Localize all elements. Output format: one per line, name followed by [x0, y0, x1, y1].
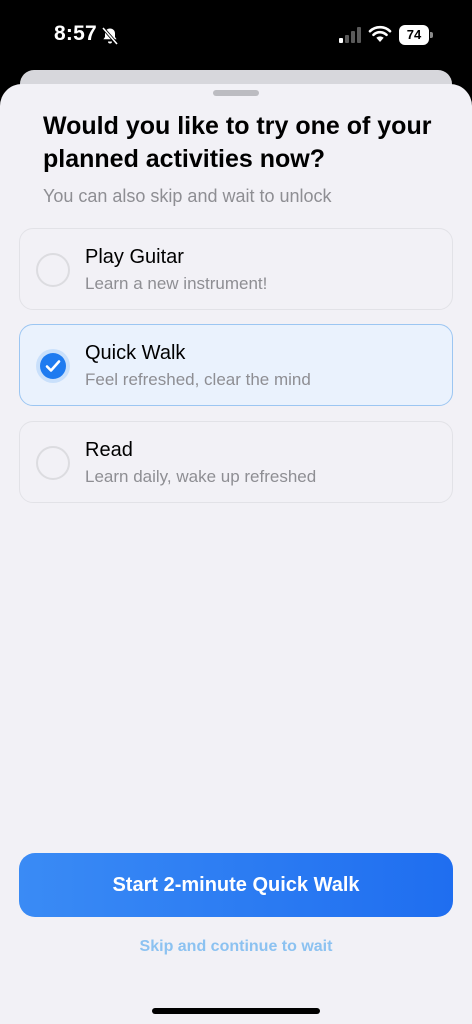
radio-unchecked-icon[interactable]: [36, 446, 70, 480]
option-quick-walk[interactable]: Quick Walk Feel refreshed, clear the min…: [19, 324, 453, 406]
cellular-signal-icon: [339, 27, 363, 43]
checkmark-icon: [40, 353, 66, 379]
option-title: Read: [85, 439, 133, 461]
radio-unchecked-icon[interactable]: [36, 253, 70, 287]
option-read[interactable]: Read Learn daily, wake up refreshed: [19, 421, 453, 503]
option-subtitle: Learn daily, wake up refreshed: [85, 467, 317, 486]
radio-checked-icon[interactable]: [36, 349, 70, 383]
option-play-guitar[interactable]: Play Guitar Learn a new instrument!: [19, 228, 453, 310]
skip-link[interactable]: Skip and continue to wait: [0, 938, 472, 956]
option-subtitle: Learn a new instrument!: [85, 274, 268, 293]
status-time: 8:57: [54, 22, 97, 45]
sheet-title: Would you like to try one of your planne…: [43, 112, 432, 173]
activity-sheet: Would you like to try one of your planne…: [0, 84, 472, 1024]
battery-icon: 74: [399, 25, 433, 45]
option-title: Quick Walk: [85, 342, 186, 364]
battery-cap: [430, 32, 433, 38]
status-bar: 8:57 74: [0, 0, 472, 70]
option-subtitle: Feel refreshed, clear the mind: [85, 370, 311, 389]
battery-level: 74: [399, 25, 429, 45]
wifi-icon: [368, 25, 392, 43]
sheet-grabber[interactable]: [213, 90, 259, 96]
home-indicator[interactable]: [152, 1008, 320, 1014]
bell-slash-icon: [100, 26, 120, 46]
start-activity-button[interactable]: Start 2-minute Quick Walk: [19, 853, 453, 917]
sheet-subtitle: You can also skip and wait to unlock: [43, 186, 332, 206]
option-title: Play Guitar: [85, 246, 184, 268]
